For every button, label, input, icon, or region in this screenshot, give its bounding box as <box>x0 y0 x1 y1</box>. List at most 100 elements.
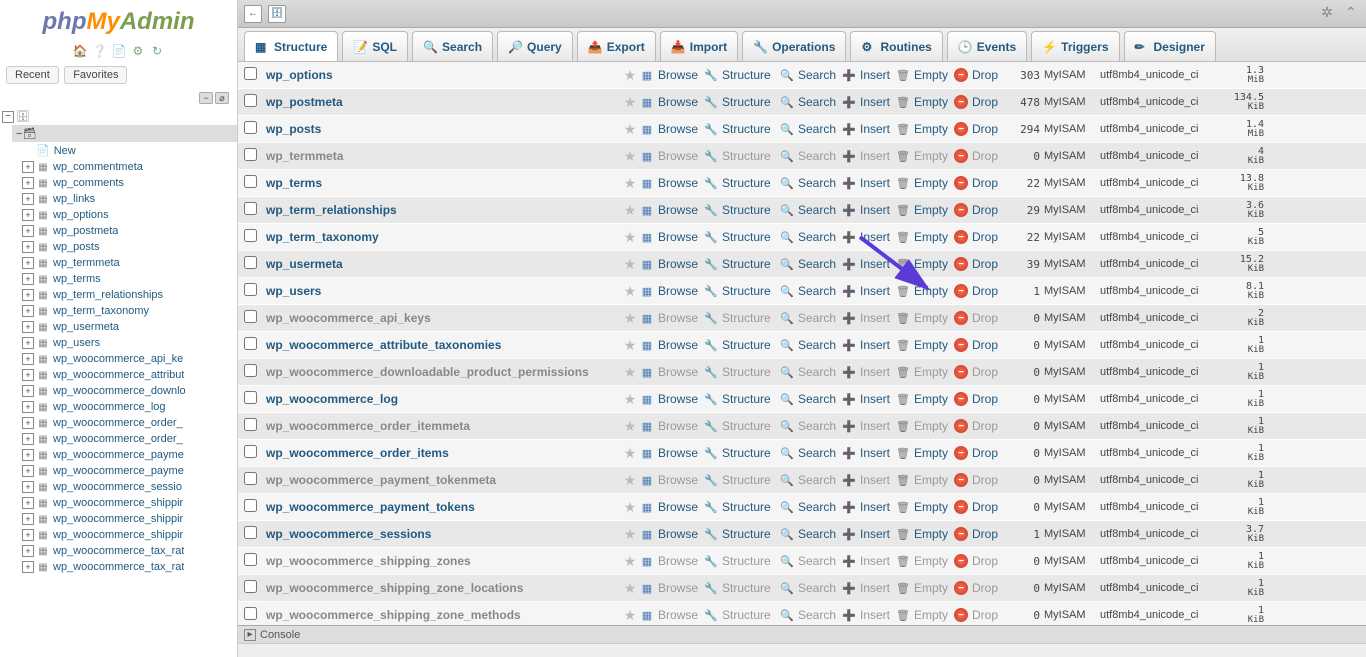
structure-action[interactable]: 🔧Structure <box>704 122 780 136</box>
tab-designer[interactable]: ✏Designer <box>1124 31 1216 61</box>
search-action[interactable]: 🔍Search <box>780 527 842 541</box>
search-action[interactable]: 🔍Search <box>780 122 842 136</box>
tree-table-item[interactable]: +▦wp_usermeta <box>2 319 237 335</box>
tree-table-item[interactable]: +▦wp_woocommerce_attribut <box>2 367 237 383</box>
drop-action[interactable]: −Drop <box>954 608 1002 622</box>
browse-action[interactable]: ▦Browse <box>640 68 704 82</box>
expand-toggle-icon[interactable]: + <box>22 401 34 413</box>
row-checkbox[interactable] <box>244 148 257 161</box>
logo[interactable]: phpMyAdmin <box>0 0 237 44</box>
browse-action[interactable]: ▦Browse <box>640 230 704 244</box>
tree-table-item[interactable]: +▦wp_term_relationships <box>2 287 237 303</box>
row-checkbox[interactable] <box>244 337 257 350</box>
expand-toggle-icon[interactable]: + <box>22 209 34 221</box>
table-name-link[interactable]: wp_woocommerce_payment_tokens <box>262 500 620 514</box>
structure-action[interactable]: 🔧Structure <box>704 581 780 595</box>
empty-action[interactable]: 🗑Empty <box>896 392 954 406</box>
favorite-star-icon[interactable]: ★ <box>620 121 640 138</box>
expand-toggle-icon[interactable]: + <box>22 353 34 365</box>
drop-action[interactable]: −Drop <box>954 122 1002 136</box>
search-action[interactable]: 🔍Search <box>780 257 842 271</box>
empty-action[interactable]: 🗑Empty <box>896 149 954 163</box>
table-name-link[interactable]: wp_woocommerce_api_keys <box>262 311 620 325</box>
tree-table-item[interactable]: +▦wp_posts <box>2 239 237 255</box>
structure-action[interactable]: 🔧Structure <box>704 257 780 271</box>
drop-action[interactable]: −Drop <box>954 419 1002 433</box>
row-checkbox[interactable] <box>244 283 257 296</box>
empty-action[interactable]: 🗑Empty <box>896 95 954 109</box>
expand-toggle-icon[interactable]: + <box>22 369 34 381</box>
empty-action[interactable]: 🗑Empty <box>896 473 954 487</box>
expand-toggle-icon[interactable]: + <box>22 289 34 301</box>
search-action[interactable]: 🔍Search <box>780 338 842 352</box>
search-action[interactable]: 🔍Search <box>780 446 842 460</box>
drop-action[interactable]: −Drop <box>954 176 1002 190</box>
row-checkbox[interactable] <box>244 364 257 377</box>
browse-action[interactable]: ▦Browse <box>640 473 704 487</box>
tab-routines[interactable]: ⚙Routines <box>850 31 942 61</box>
structure-action[interactable]: 🔧Structure <box>704 608 780 622</box>
drop-action[interactable]: −Drop <box>954 338 1002 352</box>
expand-toggle-icon[interactable]: + <box>22 337 34 349</box>
browse-action[interactable]: ▦Browse <box>640 446 704 460</box>
table-name-link[interactable]: wp_terms <box>262 176 620 190</box>
expand-toggle-icon[interactable]: + <box>22 161 34 173</box>
expand-toggle-icon[interactable]: + <box>22 497 34 509</box>
tree-table-item[interactable]: +▦wp_woocommerce_sessio <box>2 479 237 495</box>
favorite-star-icon[interactable]: ★ <box>620 391 640 408</box>
collapse-up-icon[interactable]: ⌃ <box>1342 4 1360 22</box>
expand-icon[interactable]: ▸ <box>244 629 256 641</box>
browse-action[interactable]: ▦Browse <box>640 554 704 568</box>
row-checkbox[interactable] <box>244 94 257 107</box>
expand-toggle-icon[interactable]: + <box>22 305 34 317</box>
insert-action[interactable]: ➕Insert <box>842 149 896 163</box>
browse-action[interactable]: ▦Browse <box>640 527 704 541</box>
favorite-star-icon[interactable]: ★ <box>620 553 640 570</box>
favorite-star-icon[interactable]: ★ <box>620 229 640 246</box>
structure-action[interactable]: 🔧Structure <box>704 230 780 244</box>
structure-action[interactable]: 🔧Structure <box>704 500 780 514</box>
row-checkbox[interactable] <box>244 472 257 485</box>
browse-action[interactable]: ▦Browse <box>640 257 704 271</box>
drop-action[interactable]: −Drop <box>954 554 1002 568</box>
drop-action[interactable]: −Drop <box>954 365 1002 379</box>
structure-action[interactable]: 🔧Structure <box>704 338 780 352</box>
table-name-link[interactable]: wp_woocommerce_downloadable_product_perm… <box>262 365 620 379</box>
favorite-star-icon[interactable]: ★ <box>620 580 640 597</box>
empty-action[interactable]: 🗑Empty <box>896 257 954 271</box>
table-name-link[interactable]: wp_users <box>262 284 620 298</box>
search-action[interactable]: 🔍Search <box>780 581 842 595</box>
table-name-link[interactable]: wp_postmeta <box>262 95 620 109</box>
expand-toggle-icon[interactable]: + <box>22 481 34 493</box>
structure-action[interactable]: 🔧Structure <box>704 554 780 568</box>
drop-action[interactable]: −Drop <box>954 446 1002 460</box>
favorite-star-icon[interactable]: ★ <box>620 499 640 516</box>
empty-action[interactable]: 🗑Empty <box>896 419 954 433</box>
insert-action[interactable]: ➕Insert <box>842 122 896 136</box>
empty-action[interactable]: 🗑Empty <box>896 122 954 136</box>
tab-operations[interactable]: 🔧Operations <box>742 31 846 61</box>
tab-search[interactable]: 🔍Search <box>412 31 493 61</box>
favorite-star-icon[interactable]: ★ <box>620 175 640 192</box>
tab-import[interactable]: 📥Import <box>660 31 738 61</box>
server-icon[interactable]: 🗄 <box>268 5 286 23</box>
docs-icon[interactable]: 📄 <box>112 44 126 58</box>
structure-action[interactable]: 🔧Structure <box>704 284 780 298</box>
row-checkbox[interactable] <box>244 310 257 323</box>
empty-action[interactable]: 🗑Empty <box>896 68 954 82</box>
drop-action[interactable]: −Drop <box>954 68 1002 82</box>
insert-action[interactable]: ➕Insert <box>842 95 896 109</box>
expand-toggle-icon[interactable]: + <box>22 545 34 557</box>
browse-action[interactable]: ▦Browse <box>640 149 704 163</box>
empty-action[interactable]: 🗑Empty <box>896 365 954 379</box>
drop-action[interactable]: −Drop <box>954 392 1002 406</box>
insert-action[interactable]: ➕Insert <box>842 581 896 595</box>
insert-action[interactable]: ➕Insert <box>842 311 896 325</box>
expand-toggle-icon[interactable]: + <box>22 465 34 477</box>
insert-action[interactable]: ➕Insert <box>842 203 896 217</box>
row-checkbox[interactable] <box>244 499 257 512</box>
browse-action[interactable]: ▦Browse <box>640 419 704 433</box>
favorite-star-icon[interactable]: ★ <box>620 67 640 84</box>
table-name-link[interactable]: wp_woocommerce_attribute_taxonomies <box>262 338 620 352</box>
expand-toggle-icon[interactable]: + <box>22 385 34 397</box>
